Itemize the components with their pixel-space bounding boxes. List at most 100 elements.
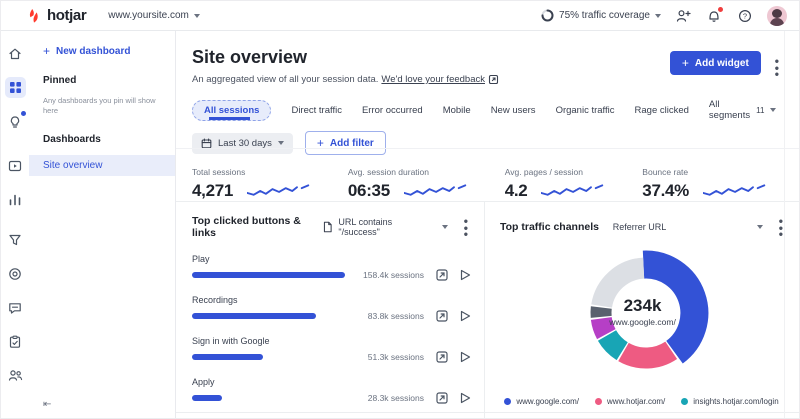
nav-feedback[interactable] — [5, 297, 26, 318]
highlights-icon — [8, 159, 22, 173]
metric-bounce-rate: Bounce rate 37.4% — [642, 167, 769, 201]
help-button[interactable]: ? — [736, 7, 754, 25]
donut-segment[interactable] — [601, 319, 606, 335]
heatmap-icon — [436, 392, 448, 404]
dashboards-section-title: Dashboards — [29, 134, 175, 145]
view-heatmap-button[interactable] — [435, 268, 449, 282]
url-filter-label: URL contains "/success" — [338, 217, 431, 237]
nav-interviews[interactable] — [5, 365, 26, 386]
user-avatar[interactable] — [767, 6, 787, 26]
page-header: Site overview An aggregated view of all … — [176, 31, 799, 85]
traffic-donut-chart[interactable]: 234k www.google.com/ — [484, 201, 800, 419]
svg-text:?: ? — [743, 11, 747, 20]
chip-mobile[interactable]: Mobile — [443, 105, 471, 116]
all-segments-label: All segments — [709, 99, 750, 121]
clicked-links-list: Play 158.4k sessions — [192, 254, 472, 419]
nav-trends[interactable] — [5, 189, 26, 210]
donut-segment[interactable] — [602, 268, 644, 306]
add-widget-button[interactable]: + Add widget — [670, 51, 761, 75]
invite-user-button[interactable] — [674, 7, 692, 25]
donut-segment[interactable] — [644, 265, 695, 353]
notifications-button[interactable] — [705, 7, 723, 25]
play-icon — [460, 269, 471, 281]
coverage-label: 75% traffic coverage — [559, 10, 650, 21]
feedback-link[interactable]: We'd love your feedback — [381, 74, 485, 85]
calendar-icon — [201, 138, 212, 149]
donut-svg — [484, 201, 800, 419]
scroll-edge — [784, 31, 785, 418]
play-recording-button[interactable] — [458, 309, 472, 323]
traffic-coverage-dropdown[interactable]: 75% traffic coverage — [541, 9, 661, 22]
home-icon — [8, 47, 22, 61]
bar-track — [192, 354, 346, 360]
filter-row: Last 30 days + Add filter — [176, 121, 799, 155]
view-heatmap-button[interactable] — [435, 309, 449, 323]
legend-item[interactable]: www.google.com/ — [504, 397, 579, 406]
row-label: Recordings — [192, 295, 472, 305]
chevron-down-icon — [655, 14, 661, 18]
view-heatmap-button[interactable] — [435, 350, 449, 364]
sidebar-item-site-overview[interactable]: Site overview — [29, 155, 175, 176]
nav-surveys[interactable] — [5, 331, 26, 352]
chevron-down-icon — [442, 225, 448, 229]
add-filter-button[interactable]: + Add filter — [305, 131, 386, 155]
chip-new-users[interactable]: New users — [491, 105, 536, 116]
widget-menu-kebab-icon[interactable]: ••• — [460, 216, 472, 240]
new-feature-dot — [21, 111, 26, 116]
site-selector[interactable]: www.yoursite.com — [108, 10, 200, 21]
metric-value: 4,271 — [192, 181, 233, 201]
metric-label: Total sessions — [192, 167, 313, 177]
all-segments-dropdown[interactable]: All segments 11 — [709, 99, 793, 121]
divider — [176, 148, 799, 149]
metric-total-sessions: Total sessions 4,271 — [192, 167, 313, 201]
heatmap-icon — [436, 351, 448, 363]
play-recording-button[interactable] — [458, 350, 472, 364]
nav-funnels[interactable] — [5, 229, 26, 250]
add-widget-label: Add widget — [695, 58, 749, 69]
nav-home[interactable] — [5, 43, 26, 64]
users-icon — [8, 369, 23, 382]
chip-direct-traffic[interactable]: Direct traffic — [291, 105, 342, 116]
chip-error-occurred[interactable]: Error occurred — [362, 105, 423, 116]
bar-chart-icon — [8, 193, 22, 207]
play-recording-button[interactable] — [458, 391, 472, 405]
metrics-row: Total sessions 4,271 Avg. session durati… — [176, 155, 799, 201]
hotjar-logo[interactable]: hotjar — [27, 7, 86, 24]
sparkline-chart — [703, 183, 769, 199]
new-dashboard-button[interactable]: + New dashboard — [29, 45, 175, 57]
pinned-empty-note: Any dashboards you pin will show here — [29, 96, 175, 116]
segments-count: 11 — [756, 106, 764, 115]
traffic-channels-widget: Top traffic channels Referrer URL ••• 23… — [484, 201, 799, 418]
date-range-label: Last 30 days — [218, 138, 272, 149]
page-menu-kebab-icon[interactable]: ••• — [771, 56, 783, 80]
legend-dot — [681, 398, 688, 405]
sparkline-chart — [541, 183, 607, 199]
legend-item[interactable]: www.hotjar.com/ — [595, 397, 665, 406]
chevron-down-icon — [194, 14, 200, 18]
view-heatmap-button[interactable] — [435, 391, 449, 405]
metric-value: 37.4% — [642, 181, 689, 201]
play-recording-button[interactable] — [458, 268, 472, 282]
clicked-link-row: Apply 28.3k sessions — [192, 377, 472, 405]
row-sessions: 83.8k sessions — [350, 311, 424, 321]
plus-icon: + — [43, 45, 50, 57]
row-sessions: 51.3k sessions — [350, 352, 424, 362]
chip-rage-clicked[interactable]: Rage clicked — [635, 105, 689, 116]
donut-segment[interactable] — [624, 350, 672, 358]
legend-item[interactable]: insights.hotjar.com/login — [681, 397, 778, 406]
clicked-link-row: Play 158.4k sessions — [192, 254, 472, 282]
nav-recordings[interactable] — [5, 263, 26, 284]
donut-segment[interactable] — [607, 336, 622, 352]
metric-label: Avg. pages / session — [505, 167, 608, 177]
legend-label: insights.hotjar.com/login — [693, 397, 778, 406]
nav-dashboards[interactable] — [5, 77, 26, 98]
heatmap-icon — [436, 310, 448, 322]
nav-highlights[interactable] — [5, 155, 26, 176]
nav-insights[interactable] — [5, 111, 26, 132]
url-filter-dropdown[interactable]: URL contains "/success" — [323, 217, 448, 237]
main-content: Site overview An aggregated view of all … — [176, 31, 799, 418]
collapse-sidebar-icon[interactable]: ⇤ — [43, 399, 51, 410]
date-range-dropdown[interactable]: Last 30 days — [192, 133, 293, 154]
notification-dot — [718, 7, 723, 12]
chip-organic-traffic[interactable]: Organic traffic — [556, 105, 615, 116]
